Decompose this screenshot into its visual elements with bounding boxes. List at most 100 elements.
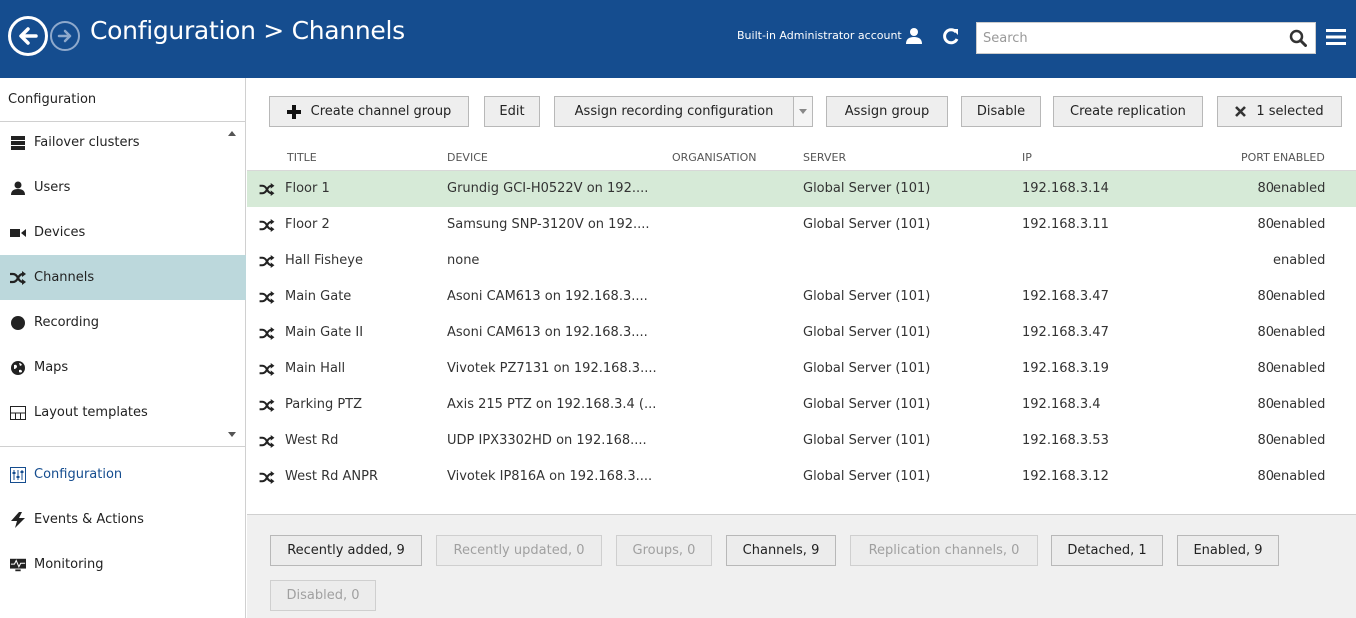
- table-row[interactable]: West Rd ANPR Vivotek IP816A on 192.168.3.…: [247, 459, 1356, 495]
- sidebar-item-maps[interactable]: Maps: [0, 345, 246, 390]
- cell-port: 80: [1257, 469, 1274, 484]
- filter-channels[interactable]: Channels, 9: [726, 535, 836, 566]
- table-row[interactable]: Parking PTZ Axis 215 PTZ on 192.168.3.4 (…: [247, 387, 1356, 423]
- cell-device: none: [447, 253, 480, 268]
- monitor-icon: [10, 557, 26, 573]
- cell-port: 80: [1257, 217, 1274, 232]
- sidebar-item-recording[interactable]: Recording: [0, 300, 246, 345]
- assign-group-button[interactable]: Assign group: [826, 96, 948, 127]
- filter-recently-updated[interactable]: Recently updated, 0: [436, 535, 602, 566]
- column-device[interactable]: DEVICE: [447, 151, 488, 164]
- sidebar-item-layout-templates[interactable]: Layout templates: [0, 390, 246, 435]
- record-icon: [10, 315, 26, 331]
- filter-enabled[interactable]: Enabled, 9: [1177, 535, 1279, 566]
- arrow-right-icon: [57, 29, 72, 43]
- cell-ip: 192.168.3.47: [1022, 325, 1109, 340]
- sidebar-item-label: Configuration: [34, 467, 123, 482]
- close-icon: [1235, 106, 1247, 117]
- column-organisation[interactable]: ORGANISATION: [672, 151, 757, 164]
- sidebar-item-channels[interactable]: Channels: [0, 255, 246, 300]
- column-server[interactable]: SERVER: [803, 151, 846, 164]
- table-row[interactable]: Main Gate Asoni CAM613 on 192.168.3.... Gl…: [247, 279, 1356, 315]
- sidebar-item-monitoring[interactable]: Monitoring: [0, 542, 246, 587]
- sidebar-item-label: Devices: [34, 225, 86, 240]
- cell-title: Hall Fisheye: [285, 253, 363, 268]
- cell-title: Floor 2: [285, 217, 330, 232]
- shuffle-icon: [259, 255, 275, 268]
- column-title[interactable]: TITLE: [287, 151, 317, 164]
- sidebar-item-label: Maps: [34, 360, 69, 375]
- column-enabled[interactable]: ENABLED: [1273, 151, 1325, 164]
- column-port[interactable]: PORT: [1241, 151, 1270, 164]
- table-row[interactable]: Hall Fisheye none enabled: [247, 243, 1356, 279]
- table-row[interactable]: West Rd UDP IPX3302HD on 192.168.... Globa…: [247, 423, 1356, 459]
- disable-button[interactable]: Disable: [961, 96, 1041, 127]
- sidebar-item-configuration[interactable]: Configuration: [0, 452, 246, 497]
- cell-port: 80: [1257, 361, 1274, 376]
- cell-title: Main Hall: [285, 361, 346, 376]
- cell-ip: 192.168.3.19: [1022, 361, 1109, 376]
- user-icon[interactable]: [905, 27, 923, 45]
- sidebar-item-label: Failover clusters: [34, 135, 140, 150]
- create-replication-button[interactable]: Create replication: [1053, 96, 1203, 127]
- sidebar-item-failover-clusters[interactable]: Failover clusters: [0, 120, 246, 165]
- assign-recording-configuration-button[interactable]: Assign recording configuration: [554, 96, 794, 127]
- selected-count-label: 1 selected: [1256, 104, 1324, 119]
- cell-server: Global Server (101): [803, 325, 931, 340]
- sidebar: Configuration Failover clusters Users De…: [0, 78, 246, 618]
- cell-device: Axis 215 PTZ on 192.168.3.4 (...: [447, 397, 657, 412]
- clear-selection-button[interactable]: 1 selected: [1217, 96, 1342, 127]
- filter-bar: Recently added, 9 Recently updated, 0 Gr…: [247, 514, 1356, 618]
- cell-ip: 192.168.3.47: [1022, 289, 1109, 304]
- hamburger-menu-icon[interactable]: [1326, 28, 1346, 46]
- sidebar-item-label: Events & Actions: [34, 512, 144, 527]
- shuffle-icon: [259, 363, 275, 376]
- sidebar-item-events-actions[interactable]: Events & Actions: [0, 497, 246, 542]
- column-ip[interactable]: IP: [1022, 151, 1032, 164]
- table-row[interactable]: Main Gate II Asoni CAM613 on 192.168.3...…: [247, 315, 1356, 351]
- account-label[interactable]: Built-in Administrator account: [737, 29, 902, 42]
- shuffle-icon: [259, 435, 275, 448]
- filter-disabled[interactable]: Disabled, 0: [270, 580, 376, 611]
- refresh-icon[interactable]: [942, 26, 960, 46]
- filter-detached[interactable]: Detached, 1: [1051, 535, 1163, 566]
- cell-enabled: enabled: [1273, 361, 1326, 376]
- cell-device: Asoni CAM613 on 192.168.3....: [447, 289, 648, 304]
- filter-replication-channels[interactable]: Replication channels, 0: [850, 535, 1038, 566]
- back-button[interactable]: [8, 16, 48, 56]
- cell-device: UDP IPX3302HD on 192.168....: [447, 433, 647, 448]
- cell-server: Global Server (101): [803, 217, 931, 232]
- edit-button[interactable]: Edit: [484, 96, 540, 127]
- cell-port: 80: [1257, 325, 1274, 340]
- cell-ip: 192.168.3.14: [1022, 181, 1109, 196]
- forward-button[interactable]: [50, 21, 80, 51]
- search-input[interactable]: [977, 23, 1277, 53]
- sidebar-item-devices[interactable]: Devices: [0, 210, 246, 255]
- filter-groups[interactable]: Groups, 0: [616, 535, 712, 566]
- assign-recording-dropdown[interactable]: [793, 96, 813, 127]
- cell-ip: 192.168.3.12: [1022, 469, 1109, 484]
- cell-server: Global Server (101): [803, 469, 931, 484]
- sidebar-item-label: Layout templates: [34, 405, 148, 420]
- search-icon[interactable]: [1289, 29, 1307, 47]
- filter-recently-added[interactable]: Recently added, 9: [270, 535, 422, 566]
- scroll-down-arrow-icon[interactable]: [228, 432, 236, 437]
- cell-server: Global Server (101): [803, 181, 931, 196]
- cell-title: West Rd: [285, 433, 339, 448]
- sidebar-item-users[interactable]: Users: [0, 165, 246, 210]
- create-replication-label: Create replication: [1070, 104, 1186, 119]
- shuffle-icon: [259, 327, 275, 340]
- globe-icon: [10, 360, 26, 376]
- user-icon: [10, 180, 26, 196]
- cell-title: Main Gate: [285, 289, 352, 304]
- app-header: Configuration > Channels Built-in Admini…: [0, 0, 1356, 78]
- table-row[interactable]: Floor 2 Samsung SNP-3120V on 192.... Globa…: [247, 207, 1356, 243]
- camera-icon: [10, 225, 26, 241]
- server-icon: [10, 135, 26, 151]
- create-channel-group-button[interactable]: Create channel group: [269, 96, 469, 127]
- cell-enabled: enabled: [1273, 289, 1326, 304]
- table-row[interactable]: Floor 1 Grundig GCI-H0522V on 192.... Glob…: [247, 171, 1356, 207]
- shuffle-icon: [259, 291, 275, 304]
- table-row[interactable]: Main Hall Vivotek PZ7131 on 192.168.3....…: [247, 351, 1356, 387]
- sidebar-item-label: Channels: [34, 270, 95, 285]
